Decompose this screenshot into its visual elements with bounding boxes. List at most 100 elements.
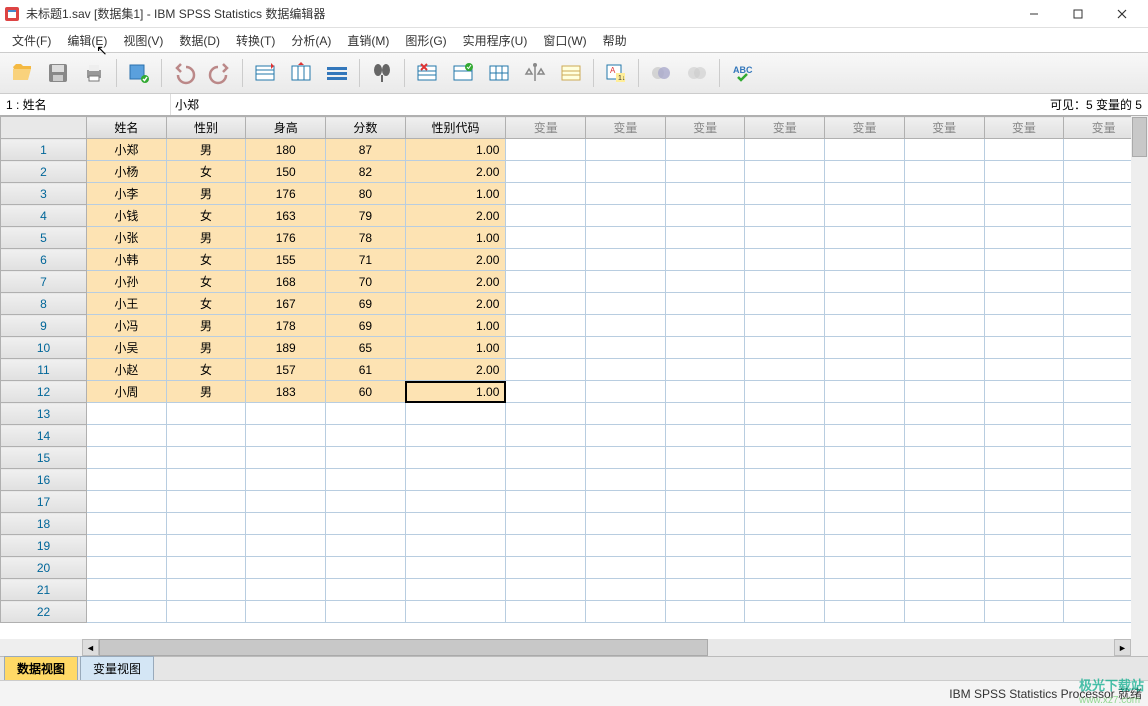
empty-cell[interactable]: [586, 161, 666, 183]
empty-cell[interactable]: [665, 139, 745, 161]
empty-cell[interactable]: [1064, 403, 1131, 425]
empty-cell[interactable]: [984, 425, 1064, 447]
empty-cell[interactable]: [665, 535, 745, 557]
empty-cell[interactable]: [506, 535, 586, 557]
empty-cell[interactable]: [904, 227, 984, 249]
find-button[interactable]: [366, 57, 398, 89]
data-cell[interactable]: 1.00: [405, 139, 506, 161]
empty-cell[interactable]: [825, 513, 905, 535]
empty-cell[interactable]: [665, 513, 745, 535]
data-cell[interactable]: 男: [166, 315, 246, 337]
data-cell[interactable]: 1.00: [405, 381, 506, 403]
data-cell[interactable]: 小王: [86, 293, 166, 315]
empty-cell[interactable]: [586, 293, 666, 315]
tab-data-view[interactable]: 数据视图: [4, 656, 78, 680]
empty-cell[interactable]: [745, 359, 825, 381]
empty-cell[interactable]: [246, 513, 326, 535]
empty-cell[interactable]: [405, 535, 506, 557]
data-cell[interactable]: 女: [166, 359, 246, 381]
empty-cell[interactable]: [405, 601, 506, 623]
data-cell[interactable]: 155: [246, 249, 326, 271]
empty-cell[interactable]: [825, 183, 905, 205]
empty-cell[interactable]: [246, 601, 326, 623]
column-header-empty[interactable]: 变量: [586, 117, 666, 139]
empty-cell[interactable]: [904, 293, 984, 315]
column-header[interactable]: 性别: [166, 117, 246, 139]
data-cell[interactable]: 小周: [86, 381, 166, 403]
empty-cell[interactable]: [405, 447, 506, 469]
empty-cell[interactable]: [745, 579, 825, 601]
empty-cell[interactable]: [586, 403, 666, 425]
data-cell[interactable]: 180: [246, 139, 326, 161]
empty-cell[interactable]: [506, 359, 586, 381]
empty-cell[interactable]: [904, 579, 984, 601]
empty-cell[interactable]: [326, 403, 406, 425]
empty-cell[interactable]: [745, 161, 825, 183]
data-cell[interactable]: 小郑: [86, 139, 166, 161]
empty-cell[interactable]: [904, 205, 984, 227]
empty-cell[interactable]: [665, 227, 745, 249]
empty-cell[interactable]: [506, 227, 586, 249]
empty-cell[interactable]: [166, 491, 246, 513]
empty-cell[interactable]: [984, 601, 1064, 623]
empty-cell[interactable]: [586, 271, 666, 293]
row-header[interactable]: 11: [1, 359, 87, 381]
empty-cell[interactable]: [745, 557, 825, 579]
data-cell[interactable]: 61: [326, 359, 406, 381]
empty-cell[interactable]: [1064, 227, 1131, 249]
empty-cell[interactable]: [745, 315, 825, 337]
tab-variable-view[interactable]: 变量视图: [80, 656, 154, 680]
cell-value-display[interactable]: 小郑: [170, 94, 1044, 115]
empty-cell[interactable]: [86, 579, 166, 601]
empty-cell[interactable]: [1064, 557, 1131, 579]
empty-cell[interactable]: [1064, 535, 1131, 557]
menu-direct-marketing[interactable]: 直销(M): [339, 30, 397, 51]
row-header[interactable]: 1: [1, 139, 87, 161]
menu-window[interactable]: 窗口(W): [535, 30, 594, 51]
data-cell[interactable]: 1.00: [405, 183, 506, 205]
empty-cell[interactable]: [506, 513, 586, 535]
row-header[interactable]: 8: [1, 293, 87, 315]
empty-cell[interactable]: [586, 513, 666, 535]
empty-cell[interactable]: [984, 271, 1064, 293]
data-cell[interactable]: 2.00: [405, 161, 506, 183]
menu-transform[interactable]: 转换(T): [228, 30, 283, 51]
column-header[interactable]: 性别代码: [405, 117, 506, 139]
empty-cell[interactable]: [825, 249, 905, 271]
data-cell[interactable]: 150: [246, 161, 326, 183]
close-button[interactable]: [1100, 0, 1144, 28]
empty-cell[interactable]: [506, 447, 586, 469]
save-button[interactable]: [42, 57, 74, 89]
data-cell[interactable]: 1.00: [405, 315, 506, 337]
empty-cell[interactable]: [326, 425, 406, 447]
empty-cell[interactable]: [904, 359, 984, 381]
empty-cell[interactable]: [825, 579, 905, 601]
empty-cell[interactable]: [405, 469, 506, 491]
column-header-empty[interactable]: 变量: [745, 117, 825, 139]
empty-cell[interactable]: [984, 161, 1064, 183]
weight-cases-button[interactable]: [447, 57, 479, 89]
empty-cell[interactable]: [825, 601, 905, 623]
scale-button[interactable]: [519, 57, 551, 89]
empty-cell[interactable]: [904, 315, 984, 337]
empty-cell[interactable]: [825, 271, 905, 293]
empty-cell[interactable]: [86, 535, 166, 557]
empty-cell[interactable]: [166, 403, 246, 425]
empty-cell[interactable]: [166, 469, 246, 491]
empty-cell[interactable]: [904, 249, 984, 271]
empty-cell[interactable]: [326, 557, 406, 579]
empty-cell[interactable]: [1064, 447, 1131, 469]
row-header[interactable]: 3: [1, 183, 87, 205]
empty-cell[interactable]: [825, 139, 905, 161]
variables-button[interactable]: [321, 57, 353, 89]
empty-cell[interactable]: [745, 513, 825, 535]
empty-cell[interactable]: [665, 381, 745, 403]
empty-cell[interactable]: [506, 161, 586, 183]
empty-cell[interactable]: [405, 425, 506, 447]
data-cell[interactable]: 71: [326, 249, 406, 271]
empty-cell[interactable]: [1064, 601, 1131, 623]
data-cell[interactable]: 2.00: [405, 359, 506, 381]
data-cell[interactable]: 2.00: [405, 271, 506, 293]
empty-cell[interactable]: [825, 337, 905, 359]
data-grid[interactable]: 姓名性别身高分数性别代码变量变量变量变量变量变量变量变量 1小郑男180871.…: [0, 116, 1131, 623]
